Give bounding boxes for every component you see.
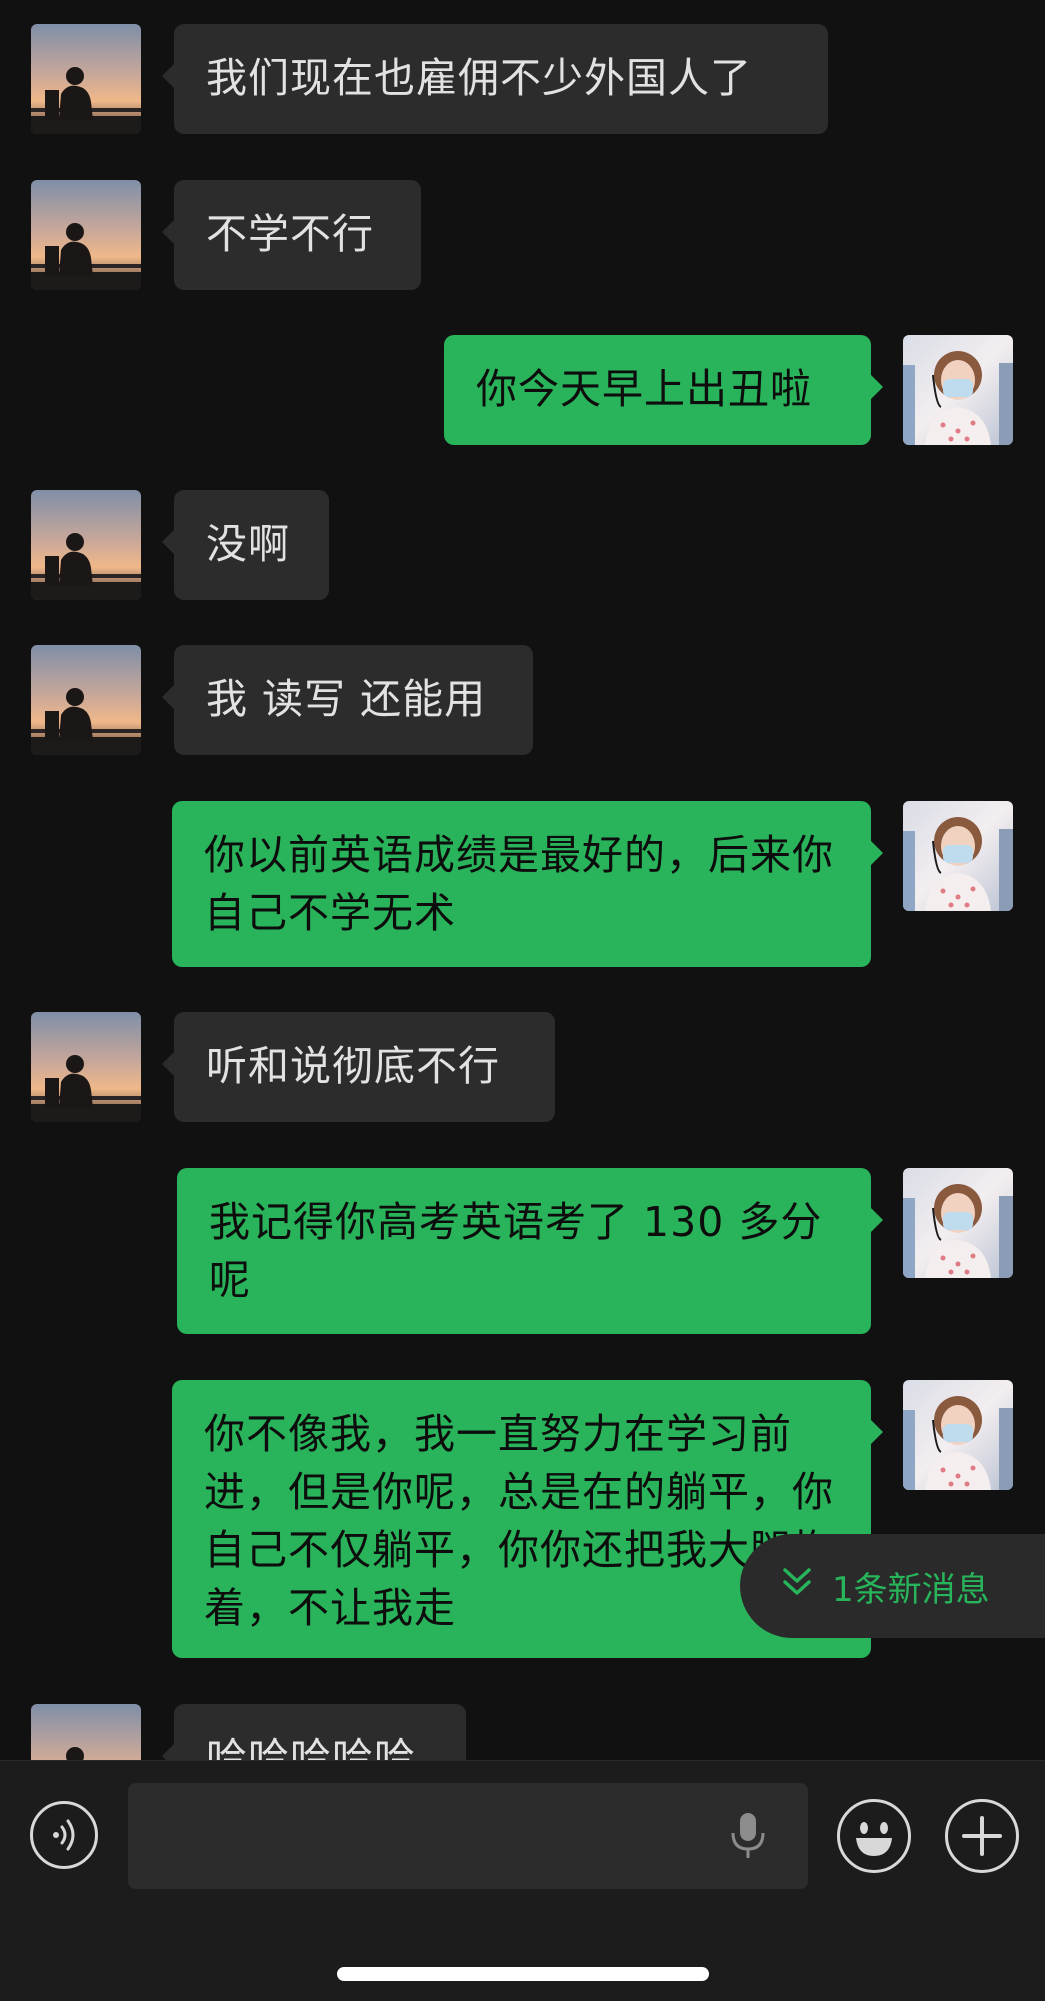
avatar[interactable] (31, 645, 141, 755)
avatar[interactable] (31, 490, 141, 600)
new-message-label: 1条新消息 (832, 1569, 990, 1610)
message-bubble[interactable]: 你今天早上出丑啦 (444, 335, 883, 445)
emoji-button[interactable] (837, 1799, 911, 1873)
message-text: 哈哈哈哈哈 (206, 1734, 416, 1760)
message-text: 我 读写 还能用 (206, 675, 487, 723)
message-text: 你以前英语成绩是最好的，后来你自己不学无术 (204, 831, 834, 937)
message-text: 我们现在也雇佣不少外国人了 (206, 54, 752, 102)
voice-icon (53, 1819, 75, 1851)
avatar[interactable] (31, 180, 141, 290)
message-text: 听和说彻底不行 (206, 1042, 500, 1090)
message-bubble[interactable]: 听和说彻底不行 (162, 1012, 555, 1122)
message-input[interactable] (128, 1783, 808, 1889)
mic-icon[interactable] (728, 1811, 768, 1865)
home-indicator[interactable] (337, 1967, 709, 1981)
message-text: 没啊 (206, 520, 290, 568)
message-text: 你今天早上出丑啦 (476, 365, 812, 413)
message-bubble[interactable]: 我们现在也雇佣不少外国人了 (162, 24, 828, 134)
chat-message-list[interactable]: 我们现在也雇佣不少外国人了 不学不行 你今天早上出丑啦 没啊 我 读写 还能用 … (0, 0, 1045, 1760)
message-bubble[interactable]: 我记得你高考英语考了 130 多分呢 (177, 1168, 883, 1334)
input-bar (0, 1760, 1045, 2001)
avatar[interactable] (31, 1704, 141, 1760)
avatar[interactable] (31, 24, 141, 134)
avatar[interactable] (903, 1168, 1013, 1278)
avatar[interactable] (903, 1380, 1013, 1490)
message-text: 不学不行 (206, 210, 374, 258)
new-message-pill[interactable]: 1条新消息 (740, 1534, 1045, 1638)
avatar[interactable] (903, 335, 1013, 445)
message-bubble[interactable]: 你以前英语成绩是最好的，后来你自己不学无术 (172, 801, 883, 967)
message-bubble[interactable]: 没啊 (162, 490, 329, 600)
voice-button[interactable] (30, 1801, 98, 1869)
message-bubble[interactable]: 哈哈哈哈哈 (162, 1704, 466, 1760)
message-text: 你不像我，我一直努力在学习前进，但是你呢，总是在的躺平，你自己不仅躺平，你你还把… (204, 1410, 834, 1632)
emoji-icon (856, 1822, 892, 1856)
plus-button[interactable] (945, 1799, 1019, 1873)
avatar[interactable] (31, 1012, 141, 1122)
message-bubble[interactable]: 我 读写 还能用 (162, 645, 533, 755)
message-bubble[interactable]: 不学不行 (162, 180, 421, 290)
avatar[interactable] (903, 801, 1013, 911)
plus-icon (962, 1816, 1002, 1856)
message-text: 我记得你高考英语考了 130 多分呢 (209, 1198, 823, 1304)
double-chevron-down-icon (780, 1565, 814, 1608)
